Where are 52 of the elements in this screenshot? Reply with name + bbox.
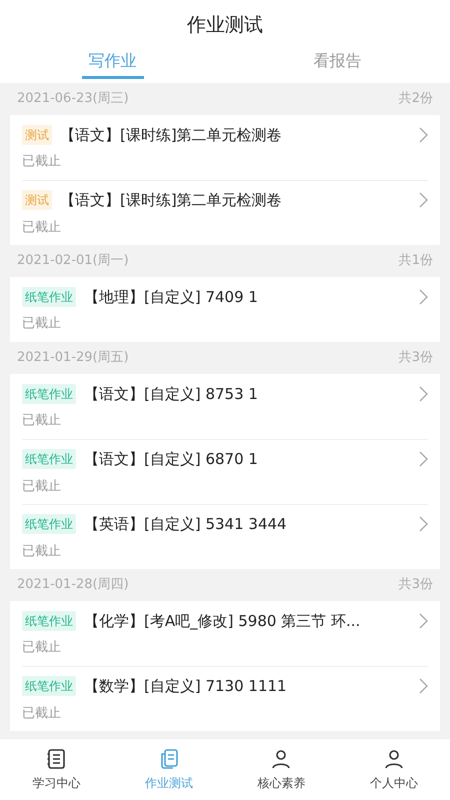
- page-title: 作业测试: [187, 12, 263, 38]
- nav-tab[interactable]: 学习中心: [0, 739, 112, 800]
- status-label: 已截止: [22, 218, 62, 236]
- count-label: 共2份: [398, 90, 433, 108]
- assignment-title: 【英语】[自定义] 5341 3444: [84, 514, 288, 535]
- assignment-title: 【语文】[课时练]第二单元检测卷: [60, 190, 283, 211]
- chevron-icon: [418, 126, 428, 143]
- chevron-icon: [418, 451, 428, 468]
- assignment-title: 【数学】[自定义] 7130 1111: [84, 676, 288, 697]
- chevron-icon: [418, 516, 428, 532]
- assignment-title: 【语文】[自定义] 8753 1: [84, 384, 259, 404]
- chevron-icon: [418, 678, 428, 694]
- type-tag: 纸笔作业: [22, 676, 76, 696]
- assignment-title: 【语文】[自定义] 6870 1: [84, 449, 259, 470]
- chevron-icon: [418, 288, 428, 305]
- type-tag: 测试: [22, 124, 52, 145]
- nav-tab[interactable]: 个人中心: [338, 739, 450, 800]
- status-label: 已截止: [22, 478, 62, 496]
- assignment-item[interactable]: 纸笔作业 【语文】[自定义] 6870 1 已截止: [22, 439, 428, 504]
- type-tag: 纸笔作业: [22, 286, 76, 307]
- date-label: 2021-01-28(周四): [17, 576, 129, 594]
- assignment-item[interactable]: 测试 【语文】[课时练]第二单元检测卷 已截止: [22, 180, 428, 245]
- status-label: 已截止: [22, 542, 62, 560]
- chevron-icon: [418, 386, 428, 402]
- date-label: 2021-01-29(周五): [17, 349, 129, 368]
- status-label: 已截止: [22, 412, 62, 430]
- status-label: 已截止: [22, 704, 62, 722]
- chevron-icon: [418, 192, 428, 208]
- status-label: 已截止: [22, 639, 62, 657]
- assignment-item[interactable]: 纸笔作业 【数学】[自定义] 7130 1111 已截止: [22, 666, 428, 731]
- assignment-title: 【化学】[考A吧_修改] 5980 第三节 环...: [84, 610, 362, 632]
- status-label: 已截止: [22, 153, 62, 171]
- assignment-item[interactable]: 纸笔作业 【英语】[自定义] 5341 3444 已截止: [22, 504, 428, 569]
- count-label: 共1份: [398, 252, 433, 270]
- type-tag: 纸笔作业: [22, 449, 76, 470]
- status-label: 已截止: [22, 315, 62, 333]
- assignment-title: 【语文】[课时练]第二单元检测卷: [60, 124, 283, 146]
- count-label: 共3份: [398, 576, 433, 594]
- assignment-item[interactable]: 纸笔作业 【语文】[自定义] 8753 1 已截止: [22, 374, 428, 439]
- type-tag: 纸笔作业: [22, 384, 76, 404]
- chevron-icon: [418, 612, 428, 629]
- count-label: 共3份: [398, 349, 433, 368]
- assignment-item[interactable]: 纸笔作业 【化学】[考A吧_修改] 5980 第三节 环... 已截止: [22, 601, 428, 666]
- type-tag: 纸笔作业: [22, 610, 76, 631]
- nav-tab[interactable]: 核心素养: [225, 739, 338, 800]
- type-tag: 纸笔作业: [22, 514, 76, 534]
- date-label: 2021-02-01(周一): [17, 252, 129, 270]
- type-tag: 测试: [22, 190, 52, 210]
- assignment-item[interactable]: 测试 【语文】[课时练]第二单元检测卷 已截止: [22, 115, 428, 180]
- assignment-item[interactable]: 纸笔作业 【地理】[自定义] 7409 1 已截止: [22, 277, 428, 342]
- date-label: 2021-06-23(周三): [17, 90, 129, 108]
- assignment-title: 【地理】[自定义] 7409 1: [84, 286, 259, 308]
